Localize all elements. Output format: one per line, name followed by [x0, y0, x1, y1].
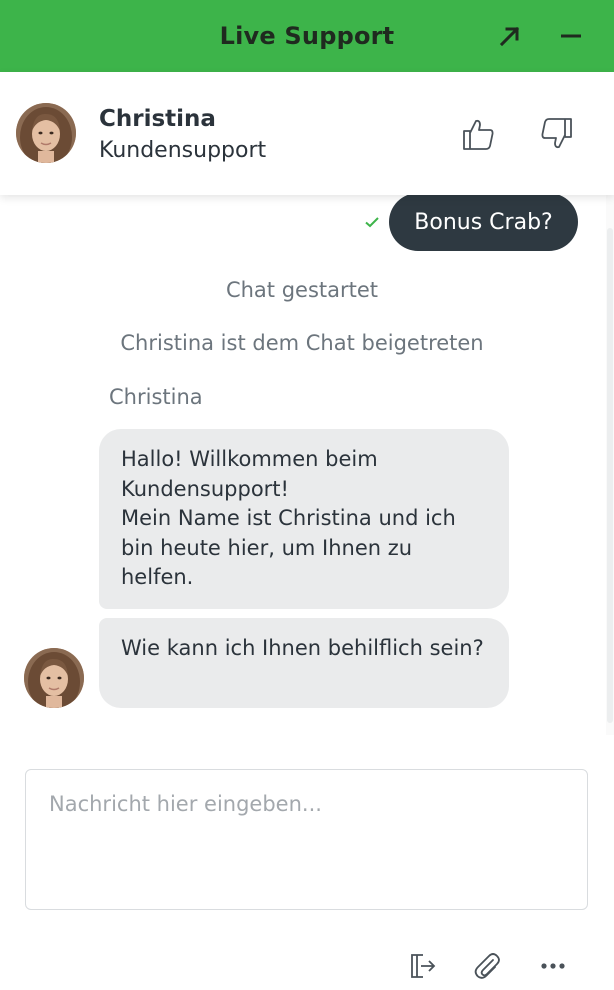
agent-role: Kundensupport: [99, 138, 267, 163]
thumbs-up-icon: [463, 119, 494, 150]
checkmark-icon: [365, 217, 379, 228]
more-options-button[interactable]: [533, 946, 573, 986]
exit-chat-icon: [411, 954, 436, 978]
end-chat-button[interactable]: [402, 946, 442, 986]
sender-label: Christina: [109, 385, 203, 409]
more-dots-icon: [541, 963, 565, 969]
minimize-button[interactable]: [549, 14, 593, 58]
attach-file-button[interactable]: [467, 946, 507, 986]
title: Live Support: [219, 22, 395, 50]
scrollbar-thumb[interactable]: [607, 228, 613, 723]
agent-header: Christina Kundensupport: [0, 72, 614, 195]
chat-widget: Live Support Christina Kundensupport Bon…: [0, 0, 614, 990]
agent-message: Wie kann ich Ihnen behilflich sein?: [99, 618, 509, 708]
expand-button[interactable]: [488, 14, 532, 58]
system-message: Christina ist dem Chat beigetreten: [120, 331, 484, 355]
rate-up-button[interactable]: [456, 112, 500, 156]
message-input[interactable]: [25, 769, 588, 910]
agent-message: Hallo! Willkommen beim Kundensupport! Me…: [99, 429, 509, 609]
system-message: Chat gestartet: [225, 278, 379, 302]
agent-name: Christina: [99, 106, 216, 132]
agent-avatar: [24, 648, 84, 708]
agent-avatar: [16, 103, 76, 163]
rate-down-button[interactable]: [535, 112, 579, 156]
arrow-up-right-icon: [499, 26, 520, 47]
user-message: Bonus Crab?: [389, 193, 578, 251]
thumbs-down-icon: [541, 118, 572, 149]
paperclip-icon: [474, 953, 500, 979]
minus-icon: [561, 34, 581, 38]
